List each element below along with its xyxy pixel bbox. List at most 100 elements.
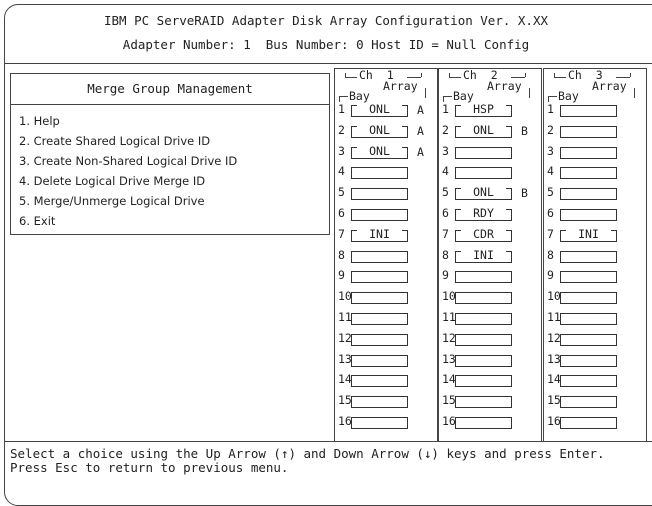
drive-slot[interactable]: [560, 396, 617, 409]
bay-number: 16: [547, 414, 561, 428]
drive-slot[interactable]: [560, 105, 617, 117]
drive-slot[interactable]: [351, 250, 408, 263]
drive-slot-edge: [456, 250, 461, 252]
drive-slot-edge: [611, 146, 616, 148]
drive-state: CDR: [464, 227, 503, 240]
bay-number: 16: [338, 414, 352, 428]
bay-number: 3: [547, 143, 554, 158]
drive-slot[interactable]: [351, 333, 408, 346]
drive-slot[interactable]: [455, 375, 512, 388]
bay-number: 3: [442, 143, 449, 158]
drive-slot[interactable]: HSP: [455, 103, 512, 117]
drive-slot-edge: [461, 292, 506, 294]
drive-state: ONL: [360, 103, 399, 115]
drive-slot[interactable]: [560, 333, 617, 346]
array-label: Array: [487, 79, 522, 93]
drive-slot[interactable]: ONL: [455, 186, 512, 201]
drive-state: ONL: [464, 123, 503, 136]
drive-slot[interactable]: [455, 271, 512, 284]
drive-slot[interactable]: ONL: [455, 123, 512, 138]
menu-item[interactable]: 6. Exit: [19, 214, 55, 228]
drive-slot[interactable]: [351, 292, 408, 305]
header-divider: [4, 63, 652, 64]
drive-slot-edge: [402, 313, 407, 314]
drive-slot[interactable]: [560, 250, 617, 263]
bay-number: 2: [442, 122, 449, 137]
channel-column: Ch 3 Array Bay 1 2 3 4 5 6 7 INI 8 9 10 11 12 13 14 15 16: [543, 68, 647, 442]
drive-slot[interactable]: [351, 271, 408, 284]
drive-slot[interactable]: [560, 292, 617, 305]
drive-slot[interactable]: [560, 354, 617, 367]
drive-slot[interactable]: [560, 271, 617, 284]
drive-slot[interactable]: [455, 354, 512, 367]
drive-slot[interactable]: [560, 209, 617, 221]
drive-slot-edge: [566, 167, 611, 169]
drive-slot-edge: [456, 188, 461, 190]
channel-bracket: [554, 73, 555, 77]
drive-slot[interactable]: [455, 167, 512, 180]
drive-slot[interactable]: [560, 125, 617, 138]
drive-slot-edge: [402, 250, 407, 252]
drive-slot[interactable]: [560, 375, 617, 388]
bay-number: 9: [547, 268, 554, 283]
drive-slot[interactable]: [351, 209, 408, 221]
drive-slot[interactable]: [351, 396, 408, 409]
array-letter: A: [417, 123, 424, 138]
menu-item[interactable]: 4. Delete Logical Drive Merge ID: [19, 174, 205, 188]
bay-bracket: [548, 96, 557, 97]
drive-slot-edge: [566, 396, 611, 398]
drive-slot[interactable]: [351, 167, 408, 180]
drive-slot[interactable]: [455, 146, 512, 159]
channel-column: Ch 1 Array Bay 1 ONL A 2 ONL A 3 ONL A 4 5 6 7 INI 8 9 10 11…: [334, 68, 438, 442]
drive-slot-edge: [611, 292, 616, 294]
drive-slot[interactable]: ONL: [351, 123, 408, 138]
drive-slot[interactable]: RDY: [455, 207, 512, 221]
drive-slot[interactable]: [560, 417, 617, 429]
drive-slot[interactable]: INI: [455, 248, 512, 263]
drive-slot[interactable]: [351, 313, 408, 325]
drive-slot[interactable]: [560, 313, 617, 325]
drive-slot-edge: [566, 271, 611, 273]
drive-slot-edge: [506, 125, 511, 127]
drive-slot[interactable]: CDR: [455, 227, 512, 242]
menu-item[interactable]: 3. Create Non-Shared Logical Drive ID: [19, 154, 237, 168]
bay-number: 11: [338, 310, 352, 324]
bay-number: 1: [547, 102, 554, 116]
channel-bracket: [630, 73, 631, 77]
drive-slot[interactable]: [560, 188, 617, 201]
drive-slot-edge: [456, 125, 461, 127]
drive-slot-edge: [611, 250, 616, 252]
drive-slot-edge: [506, 250, 511, 252]
drive-slot[interactable]: [455, 396, 512, 409]
drive-slot[interactable]: [455, 417, 512, 429]
status-divider: [4, 441, 652, 442]
drive-slot-edge: [357, 417, 402, 418]
drive-slot[interactable]: ONL: [351, 103, 408, 117]
drive-slot-edge: [461, 396, 506, 398]
drive-slot-edge: [566, 333, 611, 335]
drive-slot-edge: [402, 229, 407, 231]
drive-slot[interactable]: [351, 375, 408, 388]
drive-slot[interactable]: [455, 333, 512, 346]
drive-slot[interactable]: INI: [560, 227, 617, 242]
bay-number: 13: [547, 351, 561, 366]
menu-item[interactable]: 5. Merge/Unmerge Logical Drive: [19, 194, 205, 208]
drive-slot[interactable]: [351, 417, 408, 429]
array-label: Array: [592, 79, 627, 93]
drive-slot-edge: [506, 209, 511, 210]
drive-slot[interactable]: [560, 167, 617, 180]
drive-slot-edge: [566, 105, 611, 106]
drive-slot-edge: [561, 229, 566, 231]
drive-slot-edge: [402, 271, 407, 273]
menu-item[interactable]: 2. Create Shared Logical Drive ID: [19, 134, 210, 148]
drive-slot[interactable]: [351, 354, 408, 367]
drive-slot-edge: [461, 313, 506, 314]
drive-slot[interactable]: [351, 188, 408, 201]
drive-slot[interactable]: [455, 292, 512, 305]
drive-slot[interactable]: [455, 313, 512, 325]
drive-slot[interactable]: ONL: [351, 144, 408, 159]
menu-item[interactable]: 1. Help: [19, 114, 60, 128]
bay-label: Bay: [558, 89, 579, 103]
drive-slot[interactable]: INI: [351, 227, 408, 242]
drive-slot[interactable]: [560, 146, 617, 159]
